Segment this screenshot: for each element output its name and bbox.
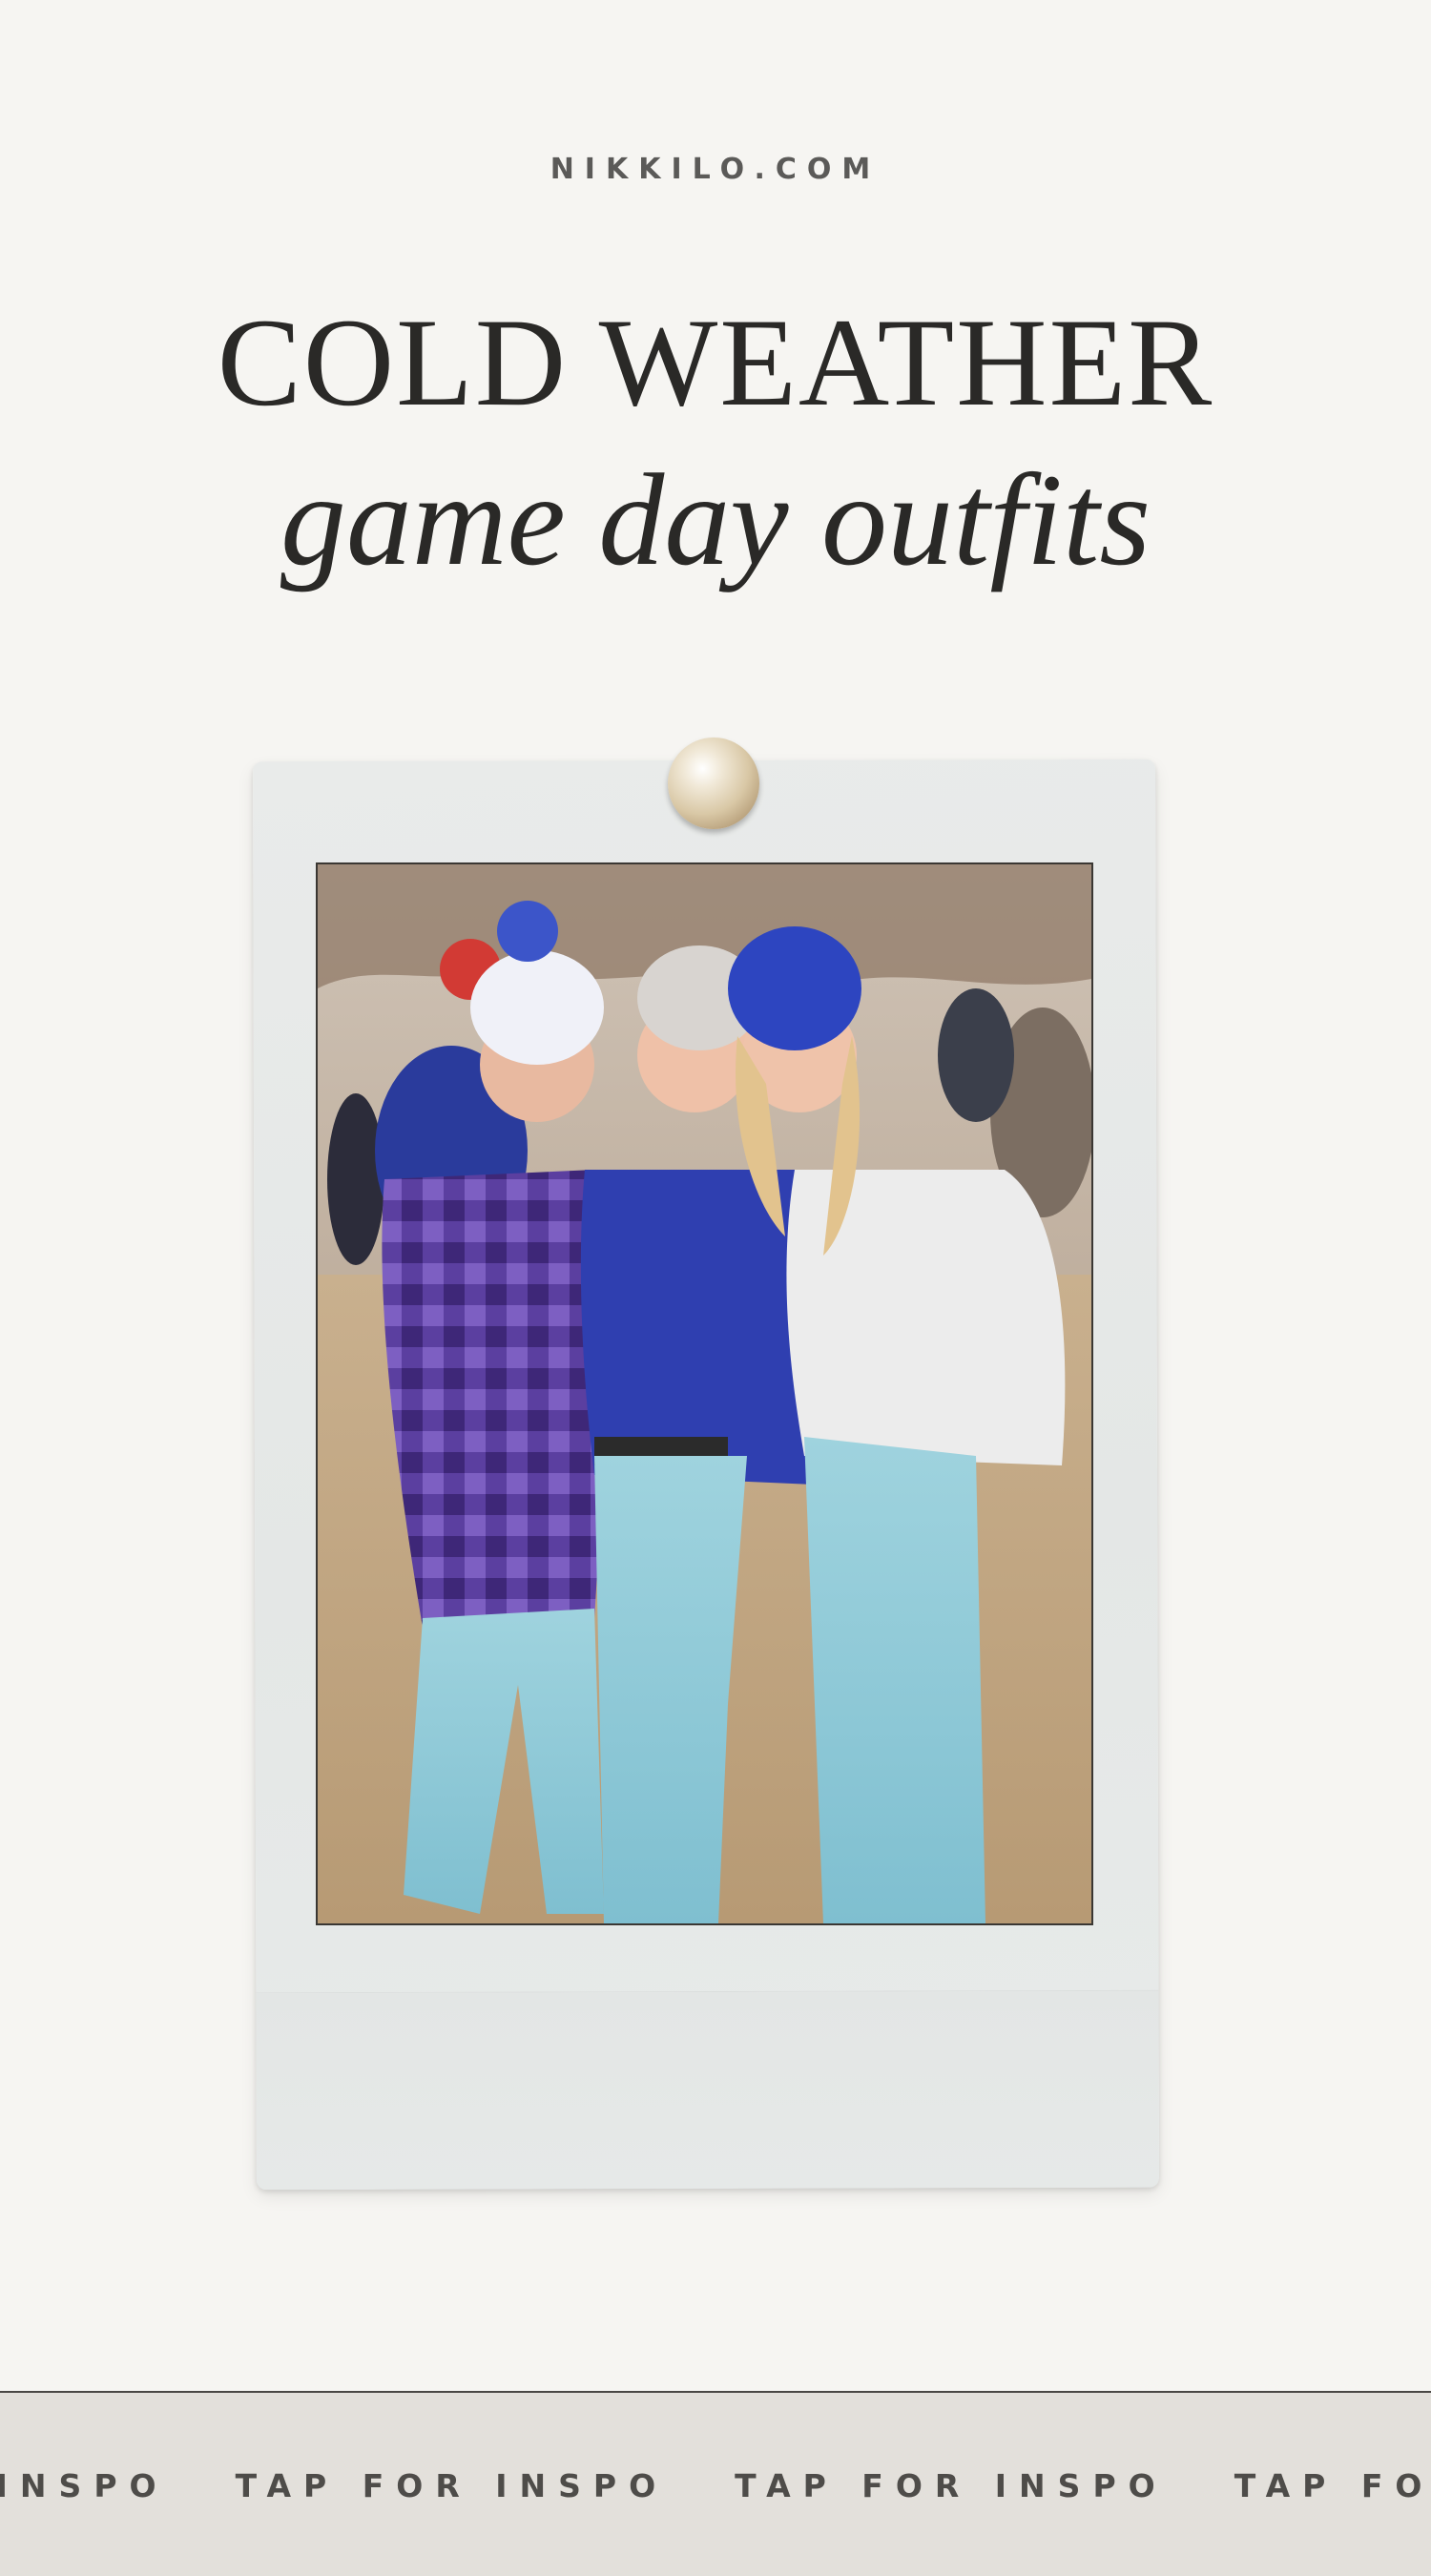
pushpin-icon xyxy=(668,737,759,829)
site-url[interactable]: NIKKILO.COM xyxy=(0,153,1431,186)
ticker-item[interactable]: TAP FOR INSPO xyxy=(0,2467,169,2504)
page-title: COLD WEATHER xyxy=(217,292,1214,432)
ticker-item[interactable]: TAP FOR INSPO xyxy=(236,2467,669,2504)
polaroid-caption-strip xyxy=(256,1989,1159,2191)
ticker-item[interactable]: TAP FOR INSPO xyxy=(735,2467,1168,2504)
ticker-track: TAP FOR INSPO TAP FOR INSPO TAP FOR INSP… xyxy=(0,2393,1431,2576)
outfit-photo[interactable] xyxy=(316,862,1093,1925)
page-subtitle: game day outfits xyxy=(280,447,1151,592)
tap-for-inspo-ticker[interactable]: TAP FOR INSPO TAP FOR INSPO TAP FOR INSP… xyxy=(0,2391,1431,2576)
ticker-item[interactable]: TAP FOR INSPO xyxy=(1234,2467,1431,2504)
